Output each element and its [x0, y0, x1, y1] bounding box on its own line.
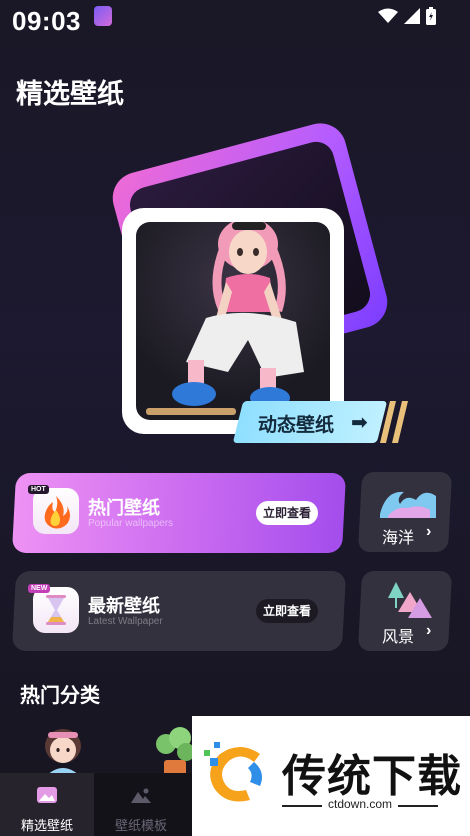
nav-wallpaper-templates[interactable]: 壁纸模板 [94, 773, 188, 836]
watermark-url: ctdown.com [328, 797, 393, 811]
status-indicators [378, 7, 436, 25]
nav-featured-wallpapers[interactable]: 精选壁纸 [0, 773, 94, 836]
hot-view-button[interactable]: 立即查看 [256, 501, 318, 525]
chevron-right-icon: › [426, 523, 432, 540]
wave-icon [380, 491, 436, 518]
wifi-icon [378, 8, 398, 23]
watermark-title: 传统下载 [282, 752, 462, 801]
section-title: 热门分类 [20, 685, 100, 707]
battery-icon [426, 7, 436, 25]
app-notification-icon [94, 6, 112, 26]
hero-stripes [380, 401, 408, 443]
image-icon [37, 787, 57, 803]
hot-card-title: 热门壁纸 [88, 498, 160, 518]
hourglass-icon [33, 587, 79, 633]
latest-card-title: 最新壁纸 [88, 596, 160, 616]
signal-icon [404, 8, 420, 24]
arrow-right-icon: ➡ [351, 412, 368, 434]
girl-illustration [146, 222, 304, 415]
nav-featured-label: 精选壁纸 [20, 818, 73, 833]
hero-tag-label[interactable]: 动态壁纸 [258, 410, 334, 437]
latest-card-subtitle: Latest Wallpaper [88, 616, 163, 627]
status-time: 09:03 [12, 6, 81, 36]
hot-card-subtitle: Popular wallpapers [88, 518, 174, 529]
latest-view-button[interactable]: 立即查看 [256, 599, 318, 623]
nav-templates-label: 壁纸模板 [114, 818, 167, 833]
landscape-icon [388, 582, 432, 618]
watermark-line-right [398, 805, 438, 807]
watermark-logo-icon [204, 742, 262, 802]
hot-badge: HOT [28, 485, 49, 494]
scenery-label: 风景 [382, 629, 415, 646]
watermark-line-left [282, 805, 322, 807]
page-title: 精选壁纸 [16, 79, 124, 109]
category-plant-thumbnail[interactable] [152, 726, 196, 776]
category-girl-thumbnail[interactable] [40, 726, 86, 776]
new-badge: NEW [28, 584, 51, 593]
hero-wallpaper-image[interactable] [136, 222, 330, 420]
fire-icon [33, 488, 79, 534]
status-bar: 09:03 [0, 0, 470, 44]
mountain-icon [131, 788, 151, 803]
ocean-label: 海洋 [382, 530, 415, 547]
chevron-right-icon: › [426, 622, 432, 639]
